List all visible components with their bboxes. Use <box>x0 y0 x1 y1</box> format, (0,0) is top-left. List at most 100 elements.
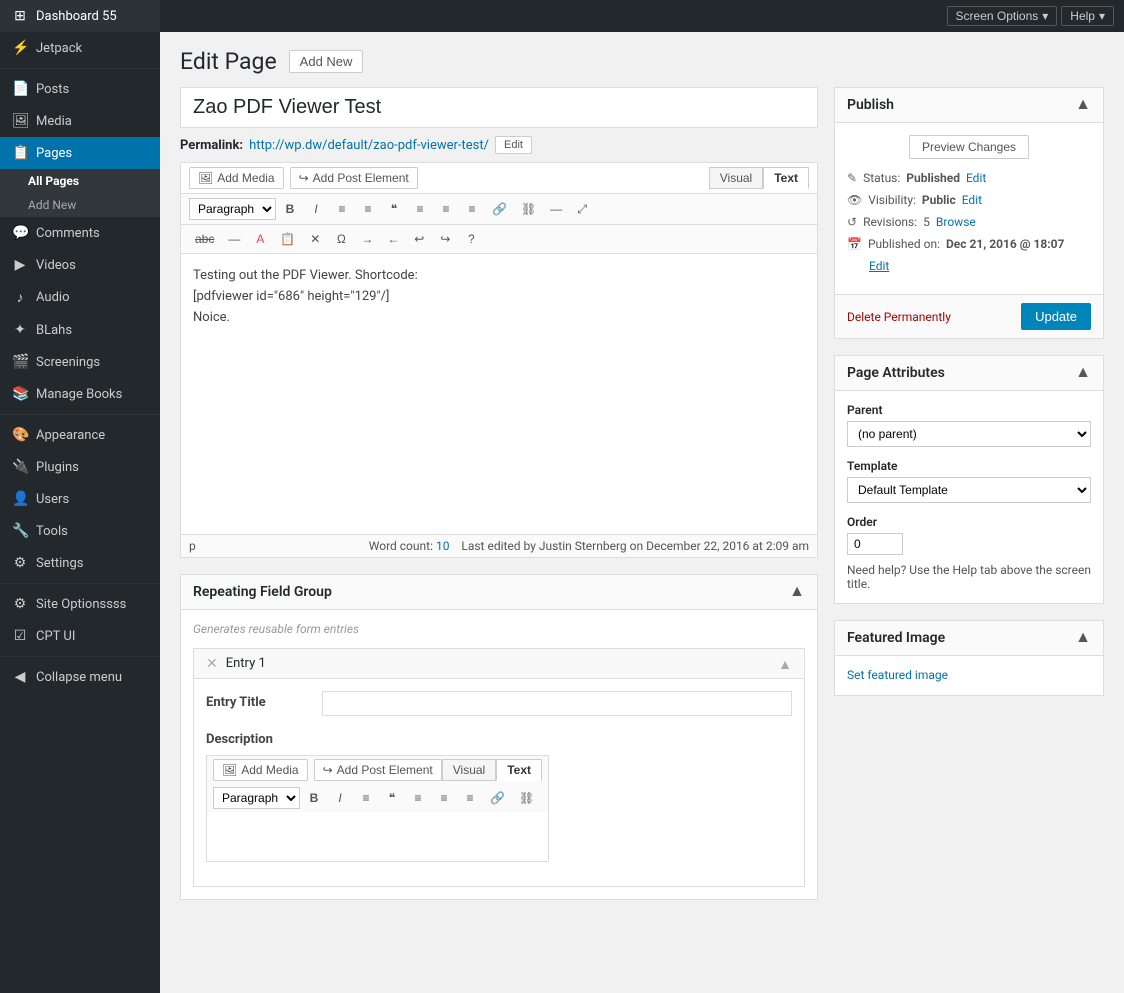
sidebar-item-appearance[interactable]: 🎨 Appearance <box>0 419 160 451</box>
desc-tab-text[interactable]: Text <box>496 759 542 781</box>
hr-button[interactable]: — <box>222 229 246 249</box>
sidebar-item-settings[interactable]: ⚙ Settings <box>0 547 160 579</box>
entry-header: ✕ Entry 1 ▲ <box>194 649 804 679</box>
desc-add-media-button[interactable]: 🖼 Add Media <box>213 759 308 781</box>
italic-button[interactable]: I <box>304 199 328 219</box>
link-button[interactable]: 🔗 <box>486 199 513 219</box>
sidebar-item-users[interactable]: 👤 Users <box>0 483 160 515</box>
template-select[interactable]: Default Template <box>847 477 1091 503</box>
outdent-button[interactable]: ← <box>381 229 405 249</box>
entry-close-button[interactable]: ✕ <box>206 655 218 672</box>
parent-select[interactable]: (no parent) <box>847 421 1091 447</box>
sidebar-item-jetpack[interactable]: ⚡ Jetpack <box>0 32 160 64</box>
page-attributes-content: Parent (no parent) Template Default Temp… <box>835 391 1103 603</box>
unlink-button[interactable]: ⛓ <box>515 199 542 219</box>
preview-changes-button[interactable]: Preview Changes <box>909 135 1029 159</box>
sidebar-item-dashboard[interactable]: ⊞ Dashboard 55 <box>0 0 160 32</box>
published-on-edit-link[interactable]: Edit <box>869 259 889 273</box>
desc-align-left-button[interactable]: ≡ <box>406 787 430 809</box>
sidebar-divider-3 <box>0 583 160 584</box>
word-count-label: Word count: <box>369 539 433 553</box>
entry-collapse-button[interactable]: ▲ <box>778 656 792 672</box>
sidebar-item-cpt-ui[interactable]: ☑ CPT UI <box>0 620 160 652</box>
visibility-edit-link[interactable]: Edit <box>962 193 982 207</box>
redo-button[interactable]: ↪ <box>433 229 457 249</box>
order-input[interactable] <box>847 533 903 555</box>
blockquote-button[interactable]: ❝ <box>382 199 406 219</box>
add-post-element-button[interactable]: ↪ Add Post Element <box>290 167 418 189</box>
paste-text-button[interactable]: 📋 <box>274 229 301 249</box>
desc-add-post-element-button[interactable]: ↪ Add Post Element <box>314 759 442 781</box>
text-color-button[interactable]: A <box>248 229 272 249</box>
repeating-field-group-toggle[interactable]: ▲ <box>789 583 805 601</box>
sidebar-subitem-all-pages[interactable]: All Pages <box>0 169 160 193</box>
published-on-icon: 📅 <box>847 237 862 251</box>
sidebar-item-videos[interactable]: ▶ Videos <box>0 249 160 281</box>
publish-toggle[interactable]: ▲ <box>1075 96 1091 114</box>
desc-editor-toolbar-top: 🖼 Add Media ↪ Add Post Element <box>206 755 549 784</box>
post-title-input[interactable] <box>180 87 818 128</box>
help-button[interactable]: Help ▾ <box>1061 6 1114 26</box>
desc-format-select[interactable]: Paragraph <box>213 787 300 809</box>
ul-button[interactable]: ≡ <box>330 199 354 219</box>
tab-text[interactable]: Text <box>763 167 809 189</box>
desc-editor-area[interactable] <box>206 812 549 862</box>
delete-permanently-link[interactable]: Delete Permanently <box>847 310 951 324</box>
repeating-field-group-header[interactable]: Repeating Field Group ▲ <box>181 575 817 610</box>
word-count-value: 10 <box>436 539 450 553</box>
desc-bold-button[interactable]: B <box>302 787 326 809</box>
fullscreen-button[interactable]: ⤢ <box>570 199 594 220</box>
clear-format-button[interactable]: ✕ <box>303 229 327 249</box>
sidebar-item-tools[interactable]: 🔧 Tools <box>0 515 160 547</box>
bold-button[interactable]: B <box>278 199 302 219</box>
special-char-button[interactable]: Ω <box>329 229 353 249</box>
sidebar-item-posts[interactable]: 📄 Posts <box>0 73 160 105</box>
repeating-field-group-desc: Generates reusable form entries <box>193 622 805 636</box>
sidebar-item-screenings[interactable]: 🎬 Screenings <box>0 346 160 378</box>
sidebar-item-media[interactable]: 🖼 Media <box>0 105 160 137</box>
align-right-button[interactable]: ≡ <box>460 199 484 219</box>
update-button[interactable]: Update <box>1021 303 1091 330</box>
sidebar-item-audio[interactable]: ♪ Audio <box>0 281 160 314</box>
page-attributes-toggle[interactable]: ▲ <box>1075 364 1091 382</box>
strikethrough-button[interactable]: abc <box>189 229 220 249</box>
more-button[interactable]: — <box>544 199 568 219</box>
add-media-button[interactable]: 🖼 Add Media <box>189 167 284 189</box>
screen-options-button[interactable]: Screen Options ▾ <box>947 6 1058 26</box>
indent-button[interactable]: → <box>355 229 379 249</box>
align-center-button[interactable]: ≡ <box>434 199 458 219</box>
entry-title-field-input[interactable] <box>322 691 792 716</box>
sidebar-item-comments[interactable]: 💬 Comments <box>0 217 160 249</box>
repeating-field-group-title: Repeating Field Group <box>193 584 332 600</box>
help-toolbar-button[interactable]: ? <box>459 229 483 249</box>
permalink-url[interactable]: http://wp.dw/default/zao-pdf-viewer-test… <box>249 138 489 153</box>
desc-link-button[interactable]: 🔗 <box>484 787 511 809</box>
status-edit-link[interactable]: Edit <box>966 171 986 185</box>
media-icon: 🖼 <box>12 113 28 129</box>
undo-button[interactable]: ↩ <box>407 229 431 249</box>
desc-align-center-button[interactable]: ≡ <box>432 787 456 809</box>
editor-content[interactable]: Testing out the PDF Viewer. Shortcode: [… <box>181 254 817 534</box>
sidebar-item-site-options[interactable]: ⚙ Site Optionssss <box>0 588 160 620</box>
featured-image-toggle[interactable]: ▲ <box>1075 629 1091 647</box>
sidebar-subitem-add-new[interactable]: Add New <box>0 193 160 217</box>
permalink-edit-button[interactable]: Edit <box>495 136 532 154</box>
sidebar-item-plugins[interactable]: 🔌 Plugins <box>0 451 160 483</box>
desc-ul-button[interactable]: ≡ <box>354 787 378 809</box>
sidebar-item-collapse[interactable]: ◀ Collapse menu <box>0 661 160 693</box>
desc-blockquote-button[interactable]: ❝ <box>380 787 404 809</box>
align-left-button[interactable]: ≡ <box>408 199 432 219</box>
revisions-browse-link[interactable]: Browse <box>936 215 976 229</box>
ol-button[interactable]: ≡ <box>356 199 380 219</box>
format-select[interactable]: Paragraph <box>189 198 276 220</box>
tab-visual[interactable]: Visual <box>709 167 763 189</box>
desc-unlink-button[interactable]: ⛓ <box>513 787 540 809</box>
desc-italic-button[interactable]: I <box>328 787 352 809</box>
desc-align-right-button[interactable]: ≡ <box>458 787 482 809</box>
set-featured-image-link[interactable]: Set featured image <box>847 668 948 682</box>
add-new-button[interactable]: Add New <box>289 50 364 73</box>
sidebar-item-blahs[interactable]: ✦ BLahs <box>0 314 160 346</box>
desc-tab-visual[interactable]: Visual <box>442 759 496 781</box>
sidebar-item-manage-books[interactable]: 📚 Manage Books <box>0 378 160 410</box>
sidebar-item-pages[interactable]: 📋 Pages <box>0 137 160 169</box>
